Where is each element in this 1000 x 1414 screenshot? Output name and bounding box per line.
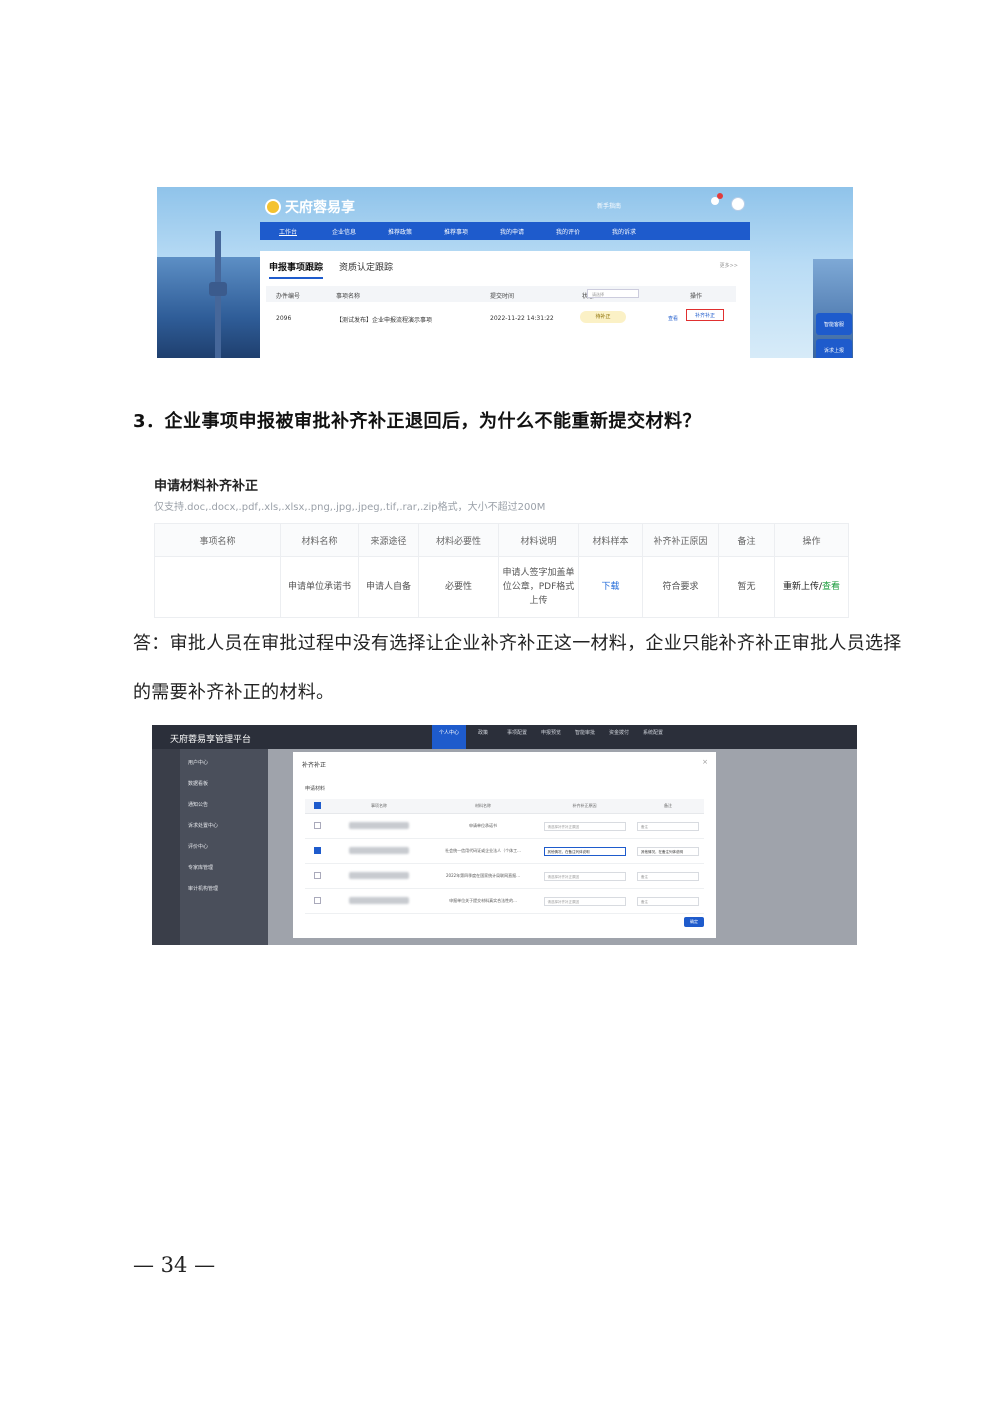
remark-input[interactable]: 备注 [637,821,699,831]
topnav-matter-config[interactable]: 事项配置 [500,725,534,749]
sidebar-item-experts[interactable]: 专家库管理 [188,864,213,871]
topnav-smart-review[interactable]: 智能审批 [568,725,602,749]
matter-name: 【测试发布】企业申报流程演示事项 [336,317,433,324]
blurred-matter-name [349,847,409,854]
reason-select[interactable]: 请选择补齐补正原因 [543,871,626,881]
admin-topbar: 天府蓉易享管理平台 个人中心 政策 事项配置 申报预览 智能审批 资金拨付 系统… [152,725,857,749]
reason-select[interactable]: 其他情况，在备注列体说明 [543,846,626,856]
topnav-fund-disbursement[interactable]: 资金拨付 [602,725,636,749]
case-id: 2096 [276,315,292,322]
topnav-policy[interactable]: 政策 [466,725,500,749]
sidebar-item-notices[interactable]: 通知公告 [188,801,208,808]
row-checkbox[interactable] [313,822,321,829]
status-select[interactable]: 请选择 [587,289,639,298]
tracking-panel: 申报事项跟踪 资质认定跟踪 更多>> 办件编号 事项名称 提交时间 状态 操作 … [260,251,750,358]
sidebar-item-user-center[interactable]: 用户中心 [188,759,208,766]
sidebar-item-appeals[interactable]: 诉求处置中心 [188,822,218,829]
nav-my-appeals[interactable]: 我的诉求 [596,227,652,236]
guide-link[interactable]: 新手指南 [597,201,621,210]
smart-service-button[interactable]: 智能客服 [816,313,852,335]
reason-select[interactable]: 请选择补齐补正原因 [543,896,626,906]
table-header-row: 事项名称 材料名称 来源途径 材料必要性 材料说明 材料样本 补齐补正原因 备注… [154,523,849,557]
main-nav: 工作台 企业信息 推荐政策 推荐事项 我的申请 我的评价 我的诉求 [260,222,750,240]
answer-line-2: 的需要补齐补正的材料。 [133,682,335,703]
topnav-system-config[interactable]: 系统配置 [636,725,670,749]
sidebar-item-dashboard[interactable]: 数据看板 [188,780,208,787]
download-link[interactable]: 下载 [601,582,619,592]
admin-sidebar: 用户中心 数据看板 通知公告 诉求处置中心 评价中心 专家库管理 审计机构管理 [180,749,268,945]
blurred-matter-name [349,897,409,904]
city-skyline-left [157,257,262,358]
screenshot-declaration-tracking: 天府蓉易享 新手指南 工作台 企业信息 推荐政策 推荐事项 我的申请 我的评价 … [157,187,853,358]
screenshot-material-supplement: 申请材料补齐补正 仅支持.doc,.docx,.pdf,.xls,.xlsx,.… [152,471,850,618]
nav-my-reviews[interactable]: 我的评价 [540,227,596,236]
more-link[interactable]: 更多>> [720,262,738,269]
nav-workbench[interactable]: 工作台 [260,227,316,236]
icon-rail [152,749,180,945]
site-logo[interactable]: 天府蓉易享 [265,197,355,217]
view-link[interactable]: 查看 [668,315,678,322]
reason-select[interactable]: 请选择补齐补正原因 [543,821,626,831]
row-checkbox[interactable] [313,872,321,879]
row-checkbox[interactable] [313,847,321,854]
nav-matters[interactable]: 推荐事项 [428,227,484,236]
notification-badge [717,193,723,199]
tab-declaration-tracking[interactable]: 申报事项跟踪 [269,260,324,279]
remark-input[interactable]: 备注 [637,896,699,906]
appeal-button[interactable]: 诉求上报 [816,339,852,358]
remark-input[interactable]: 其他情况，在备注列体说明 [637,846,699,856]
avatar[interactable] [731,197,745,211]
admin-title: 天府蓉易享管理平台 [170,735,252,745]
tab-bar: 申报事项跟踪 资质认定跟踪 [269,260,393,279]
sidebar-item-reviews[interactable]: 评价中心 [188,843,208,850]
blurred-matter-name [349,872,409,879]
table-row: 申报单位关于提交材料真实合法性的... 请选择补齐补正原因 备注 [305,888,704,914]
screenshot-admin-supplement-dialog: 天府蓉易享管理平台 个人中心 政策 事项配置 申报预览 智能审批 资金拨付 系统… [152,725,857,945]
nav-company-info[interactable]: 企业信息 [316,227,372,236]
dialog-subtitle: 申请材料 [305,786,326,792]
section-title: 申请材料补齐补正 [154,479,259,494]
page-number: — 34 — [133,1253,216,1277]
select-all-checkbox[interactable] [313,802,321,809]
supplement-button[interactable]: 补齐补正 [686,309,724,321]
nav-policies[interactable]: 推荐政策 [372,227,428,236]
dialog-title: 补齐补正 [302,762,327,769]
materials-table: 事项名称 材料名称 来源途径 材料必要性 材料说明 材料样本 补齐补正原因 备注… [154,523,849,618]
dialog-table-header: 事项名称 材料名称 补齐补正原因 备注 [305,799,704,814]
table-header: 办件编号 事项名称 提交时间 状态 操作 [266,286,736,302]
answer-line-1: 答：审批人员在审批过程中没有选择让企业补齐补正这一材料，企业只能补齐补正审批人员… [133,633,902,654]
table-row: 申请单位承诺书 申请人自备 必要性 申请人签字加盖单位公章，PDF格式上传 下载… [154,556,849,618]
format-hint: 仅支持.doc,.docx,.pdf,.xls,.xlsx,.png,.jpg,… [154,502,546,513]
topnav-declaration-preview[interactable]: 申报预览 [534,725,568,749]
admin-topnav: 个人中心 政策 事项配置 申报预览 智能审批 资金拨付 系统配置 [432,725,670,749]
tab-qualification-tracking[interactable]: 资质认定跟踪 [339,260,393,279]
confirm-button[interactable]: 确定 [684,917,704,927]
remark-input[interactable]: 备注 [637,871,699,881]
logo-icon [265,199,281,215]
question-heading: 3．企业事项申报被审批补齐补正退回后，为什么不能重新提交材料？ [133,411,702,432]
submit-time: 2022-11-22 14:31:22 [490,315,554,322]
nav-my-applications[interactable]: 我的申请 [484,227,540,236]
sidebar-item-audit[interactable]: 审计机构管理 [188,885,218,892]
blurred-matter-name [349,822,409,829]
reupload-link[interactable]: 重新上传/ [783,582,822,592]
table-row: 2022年第四季度在国家统计局联网直报... 请选择补齐补正原因 备注 [305,863,704,889]
table-row: 社会统一信用代码证或企业法人（个体工... 其他情况，在备注列体说明 其他情况，… [305,838,704,864]
row-checkbox[interactable] [313,897,321,904]
supplement-dialog: 补齐补正 × 申请材料 事项名称 材料名称 补齐补正原因 备注 申请单位承诺书 … [293,752,716,938]
table-row: 申请单位承诺书 请选择补齐补正原因 备注 [305,813,704,839]
topnav-personal-center[interactable]: 个人中心 [432,725,466,749]
status-badge: 待补正 [580,311,626,323]
close-icon[interactable]: × [702,758,708,766]
view-link[interactable]: 查看 [822,582,840,592]
dialog-table: 事项名称 材料名称 补齐补正原因 备注 申请单位承诺书 请选择补齐补正原因 备注… [305,799,704,914]
